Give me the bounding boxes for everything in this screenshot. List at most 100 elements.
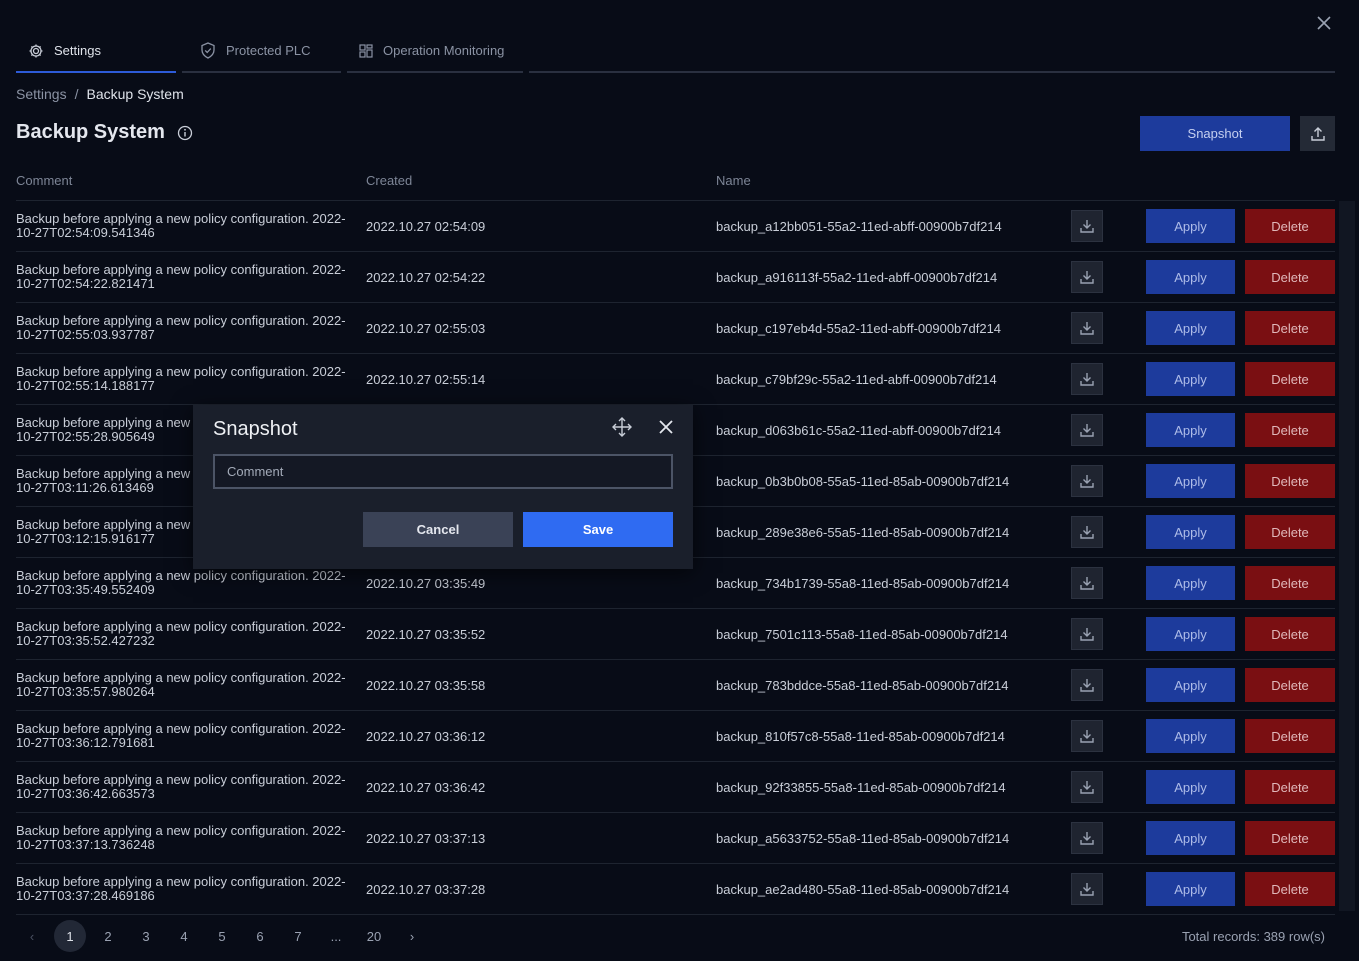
apply-button[interactable]: Apply: [1146, 821, 1235, 855]
download-button[interactable]: [1071, 822, 1103, 854]
column-header-name[interactable]: Name: [716, 173, 1066, 188]
download-button[interactable]: [1071, 567, 1103, 599]
delete-button[interactable]: Delete: [1245, 719, 1335, 753]
download-button[interactable]: [1071, 210, 1103, 242]
table-row: Backup before applying a new policy conf…: [16, 609, 1335, 660]
download-button[interactable]: [1071, 669, 1103, 701]
download-button[interactable]: [1071, 618, 1103, 650]
row-comment: Backup before applying a new policy conf…: [16, 262, 346, 291]
row-created: 2022.10.27 02:55:03: [366, 320, 486, 336]
tab-protected-plc[interactable]: Protected PLC: [182, 30, 341, 73]
delete-button[interactable]: Delete: [1245, 413, 1335, 447]
row-name: backup_c197eb4d-55a2-11ed-abff-00900b7df…: [716, 320, 1002, 336]
delete-button[interactable]: Delete: [1245, 566, 1335, 600]
table-row: Backup before applying a new policy conf…: [16, 762, 1335, 813]
row-comment: Backup before applying a new policy conf…: [16, 211, 346, 240]
page-button[interactable]: 7: [282, 920, 314, 952]
page-button[interactable]: 3: [130, 920, 162, 952]
table-scrollbar[interactable]: [1339, 201, 1355, 911]
tab-label: Protected PLC: [226, 43, 311, 58]
delete-button[interactable]: Delete: [1245, 515, 1335, 549]
delete-button[interactable]: Delete: [1245, 770, 1335, 804]
delete-button[interactable]: Delete: [1245, 260, 1335, 294]
download-button[interactable]: [1071, 873, 1103, 905]
cancel-button[interactable]: Cancel: [363, 512, 513, 547]
apply-button[interactable]: Apply: [1146, 617, 1235, 651]
snapshot-button[interactable]: Snapshot: [1140, 116, 1290, 151]
page-button[interactable]: 5: [206, 920, 238, 952]
column-header-created[interactable]: Created: [366, 173, 716, 188]
next-page-button[interactable]: ›: [396, 920, 428, 952]
download-icon: [1080, 883, 1094, 896]
download-button[interactable]: [1071, 720, 1103, 752]
download-button[interactable]: [1071, 414, 1103, 446]
row-name: backup_a12bb051-55a2-11ed-abff-00900b7df…: [716, 218, 1002, 234]
upload-button[interactable]: [1300, 116, 1335, 151]
breadcrumb-root[interactable]: Settings: [16, 86, 67, 102]
delete-button[interactable]: Delete: [1245, 668, 1335, 702]
download-button[interactable]: [1071, 771, 1103, 803]
pagination: ‹ 1 2 3 4 5 6 7... 20 ›: [16, 920, 434, 952]
apply-button[interactable]: Apply: [1146, 668, 1235, 702]
delete-button[interactable]: Delete: [1245, 209, 1335, 243]
info-icon[interactable]: [177, 125, 193, 141]
row-comment: Backup before applying a new policy conf…: [16, 568, 346, 597]
download-button[interactable]: [1071, 363, 1103, 395]
move-icon[interactable]: [611, 416, 633, 438]
delete-button[interactable]: Delete: [1245, 362, 1335, 396]
download-button[interactable]: [1071, 516, 1103, 548]
apply-button[interactable]: Apply: [1146, 413, 1235, 447]
download-button[interactable]: [1071, 312, 1103, 344]
save-button[interactable]: Save: [523, 512, 673, 547]
download-button[interactable]: [1071, 465, 1103, 497]
apply-button[interactable]: Apply: [1146, 362, 1235, 396]
delete-button[interactable]: Delete: [1245, 464, 1335, 498]
page-header: Backup System: [16, 121, 193, 144]
apply-button[interactable]: Apply: [1146, 719, 1235, 753]
tab-settings[interactable]: Settings: [16, 30, 176, 73]
breadcrumb: Settings / Backup System: [16, 86, 184, 102]
column-header-comment[interactable]: Comment: [16, 173, 366, 188]
row-name: backup_810f57c8-55a8-11ed-85ab-00900b7df…: [716, 728, 1005, 744]
row-created: 2022.10.27 03:37:13: [366, 830, 486, 846]
page-button[interactable]: 1: [54, 920, 86, 952]
row-comment: Backup before applying a new policy conf…: [16, 823, 346, 852]
delete-button[interactable]: Delete: [1245, 872, 1335, 906]
delete-button[interactable]: Delete: [1245, 311, 1335, 345]
row-created: 2022.10.27 03:36:42: [366, 779, 486, 795]
table-row: Backup before applying a new policy conf…: [16, 813, 1335, 864]
row-name: backup_a5633752-55a8-11ed-85ab-00900b7df…: [716, 830, 1010, 846]
table-row: Backup before applying a new policy conf…: [16, 711, 1335, 762]
delete-button[interactable]: Delete: [1245, 617, 1335, 651]
page-button[interactable]: 6: [244, 920, 276, 952]
page-button[interactable]: 2: [92, 920, 124, 952]
table-row: Backup before applying a new policy conf…: [16, 201, 1335, 252]
apply-button[interactable]: Apply: [1146, 770, 1235, 804]
page-list: 1 2 3 4 5 6 7... 20: [54, 920, 396, 952]
comment-input[interactable]: [213, 454, 673, 489]
apply-button[interactable]: Apply: [1146, 311, 1235, 345]
apply-button[interactable]: Apply: [1146, 872, 1235, 906]
apply-button[interactable]: Apply: [1146, 566, 1235, 600]
download-icon: [1080, 832, 1094, 845]
apply-button[interactable]: Apply: [1146, 464, 1235, 498]
close-icon[interactable]: [656, 417, 676, 437]
prev-page-button[interactable]: ‹: [16, 920, 48, 952]
dialog-title: Snapshot: [213, 418, 298, 440]
apply-button[interactable]: Apply: [1146, 515, 1235, 549]
page-button[interactable]: 4: [168, 920, 200, 952]
upload-icon: [1310, 126, 1325, 141]
row-comment: Backup before applying a new policy conf…: [16, 313, 346, 342]
snapshot-dialog: Snapshot Cancel Save: [193, 405, 693, 569]
download-button[interactable]: [1071, 261, 1103, 293]
apply-button[interactable]: Apply: [1146, 260, 1235, 294]
table-header: Comment Created Name: [16, 160, 1335, 201]
download-icon: [1080, 730, 1094, 743]
row-name: backup_783bddce-55a8-11ed-85ab-00900b7df…: [716, 677, 1009, 693]
page-button[interactable]: 20: [358, 920, 390, 952]
download-icon: [1080, 679, 1094, 692]
delete-button[interactable]: Delete: [1245, 821, 1335, 855]
download-icon: [1080, 220, 1094, 233]
tab-operation-monitoring[interactable]: Operation Monitoring: [347, 30, 523, 73]
apply-button[interactable]: Apply: [1146, 209, 1235, 243]
